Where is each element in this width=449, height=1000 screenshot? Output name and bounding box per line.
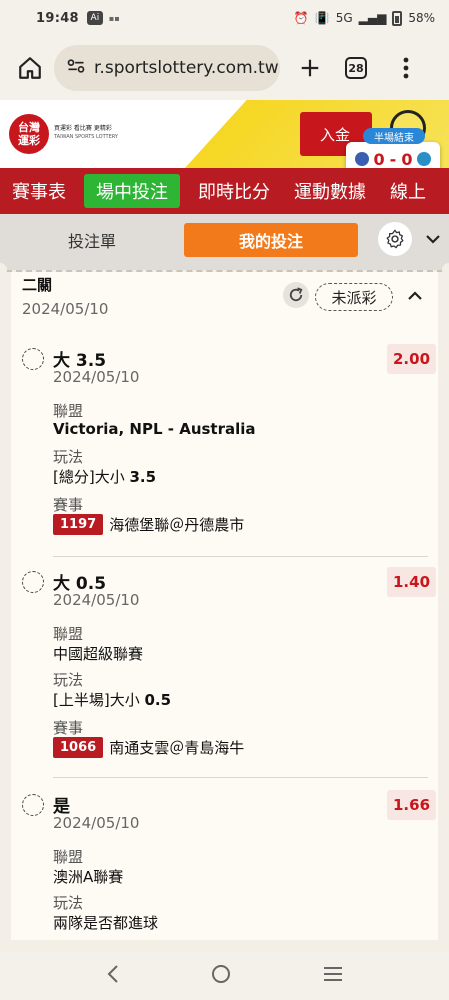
league-label: 聯盟 — [53, 848, 84, 866]
bet-divider — [53, 556, 428, 557]
market-value: [上半場]大小 0.5 — [53, 691, 172, 709]
league-value: 澳洲A聯賽 — [53, 868, 124, 886]
away-team-badge-icon — [417, 152, 432, 166]
status-bar: 19:48 Ai ▪▪ ⏰ 📳 5G ▂▄▆ 58% — [0, 0, 449, 36]
recents-icon[interactable] — [322, 965, 344, 987]
match-teams: 南通支雲＠青島海牛 — [109, 739, 245, 757]
main-nav: 賽事表 場中投注 即時比分 運動數據 線上 — [0, 168, 449, 214]
score-separator: - — [389, 149, 397, 169]
tab-count: 28 — [345, 57, 367, 79]
bet-date: 2024/05/10 — [53, 814, 140, 832]
nav-item-live-scores[interactable]: 即時比分 — [186, 174, 282, 208]
market-label: 玩法 — [53, 894, 84, 912]
home-score: 0 — [373, 149, 385, 169]
chevron-up-icon[interactable] — [405, 286, 425, 306]
league-label: 聯盟 — [53, 625, 84, 643]
plus-icon[interactable] — [292, 50, 328, 86]
combo-title: 二關 — [22, 276, 53, 294]
market-label: 玩法 — [53, 448, 84, 466]
market-label: 玩法 — [53, 671, 84, 689]
event-label: 賽事 — [53, 719, 84, 737]
bet-ticket-card: 二關 2024/05/10 未派彩 大 3.5 2024/05/10 2.00 … — [11, 272, 438, 940]
settlement-status-badge: 未派彩 — [315, 283, 393, 311]
tune-icon[interactable] — [66, 56, 86, 81]
league-value: Victoria, NPL - Australia — [53, 420, 256, 438]
bet-date: 2024/05/10 — [53, 591, 140, 609]
network-label: 5G — [335, 11, 353, 25]
tab-my-bets[interactable]: 我的投注 — [184, 223, 358, 257]
bet-date: 2024/05/10 — [53, 368, 140, 386]
odds-badge: 1.66 — [387, 790, 437, 820]
more-vert-icon[interactable] — [388, 50, 424, 86]
bet-select-radio[interactable] — [22, 571, 44, 593]
ai-badge: Ai — [86, 11, 103, 25]
system-nav-bar — [0, 952, 449, 1000]
odds-badge: 1.40 — [387, 567, 437, 597]
logo[interactable]: 台灣 運彩 — [9, 114, 49, 154]
bet-select-radio[interactable] — [22, 348, 44, 370]
nav-item-sports-data[interactable]: 運動數據 — [282, 174, 378, 208]
bet-panel-header: 投注單 我的投注 — [0, 214, 449, 270]
home-nav-icon[interactable] — [210, 963, 232, 989]
bet-divider — [53, 777, 428, 778]
ticket-notch-right — [442, 263, 449, 277]
vibrate-icon: 📳 — [314, 11, 330, 25]
chevron-down-icon[interactable] — [422, 228, 444, 250]
nav-item-schedule[interactable]: 賽事表 — [0, 174, 78, 208]
battery-percent: 58% — [408, 11, 435, 25]
match-status-badge: 半場結束 — [363, 128, 425, 144]
match-number-badge: 1066 — [53, 737, 104, 758]
home-team-badge-icon — [354, 152, 369, 166]
nav-item-live-betting[interactable]: 場中投注 — [84, 174, 180, 208]
signal-icon: ▂▄▆ — [358, 11, 387, 25]
match-teams: 海德堡聯＠丹德農市 — [109, 516, 245, 534]
slogan: 買運彩 看比賽 更精彩 TAIWAN SPORTS LOTTERY — [54, 125, 118, 140]
browser-toolbar: r.sportslottery.com.tw 28 — [0, 36, 449, 100]
home-icon[interactable] — [12, 50, 48, 86]
market-value: 兩隊是否都進球 — [53, 914, 159, 932]
url-bar[interactable]: r.sportslottery.com.tw — [54, 45, 280, 91]
battery-icon — [392, 10, 403, 26]
ticket-header: 二關 2024/05/10 未派彩 — [11, 272, 438, 320]
back-icon[interactable] — [105, 964, 121, 988]
tab-switcher-button[interactable]: 28 — [338, 50, 374, 86]
status-right: ⏰ 📳 5G ▂▄▆ 58% — [293, 10, 435, 26]
refresh-icon[interactable] — [283, 282, 309, 308]
league-value: 中國超級聯賽 — [53, 645, 144, 663]
event-row[interactable]: 1197 海德堡聯＠丹德農市 — [53, 514, 244, 535]
url-text: r.sportslottery.com.tw — [94, 58, 279, 78]
gear-icon[interactable] — [378, 222, 412, 256]
event-label: 賽事 — [53, 496, 84, 514]
tab-bet-slip[interactable]: 投注單 — [40, 224, 144, 256]
league-label: 聯盟 — [53, 402, 84, 420]
combo-date: 2024/05/10 — [22, 300, 109, 318]
event-row[interactable]: 1066 南通支雲＠青島海牛 — [53, 737, 244, 758]
market-value: [總分]大小 3.5 — [53, 468, 157, 486]
nav-item-online[interactable]: 線上 — [378, 174, 438, 208]
bet-select-radio[interactable] — [22, 794, 44, 816]
notification-icon: ▪▪ — [108, 13, 120, 23]
match-number-badge: 1197 — [53, 514, 104, 535]
odds-badge: 2.00 — [387, 344, 437, 374]
alarm-icon: ⏰ — [293, 11, 309, 25]
status-time: 19:48 — [36, 10, 79, 26]
away-score: 0 — [401, 149, 413, 169]
